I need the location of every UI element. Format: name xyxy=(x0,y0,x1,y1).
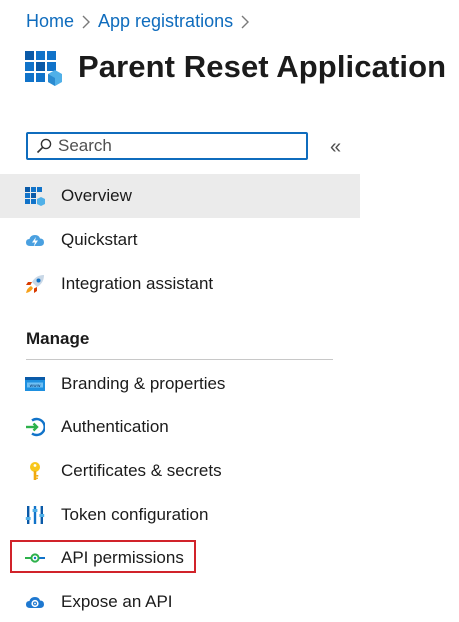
api-permissions-icon xyxy=(25,548,45,568)
nav-item-api-permissions[interactable]: API permissions xyxy=(0,536,360,580)
nav-item-integration-assistant[interactable]: Integration assistant xyxy=(0,262,360,306)
nav-item-label: Token configuration xyxy=(61,505,209,524)
nav-item-label: Quickstart xyxy=(61,230,138,249)
nav-item-token-configuration[interactable]: Token configuration xyxy=(0,493,360,537)
nav-item-label: API permissions xyxy=(61,548,184,567)
nav-item-expose-an-api[interactable]: Expose an API xyxy=(0,580,360,622)
breadcrumb: Home App registrations xyxy=(26,10,257,32)
svg-text:www: www xyxy=(29,384,40,389)
nav-item-certificates-secrets[interactable]: Certificates & secrets xyxy=(0,449,360,493)
cloud-lightning-icon xyxy=(25,230,45,250)
breadcrumb-app-registrations-link[interactable]: App registrations xyxy=(98,10,233,32)
chevron-right-icon xyxy=(74,10,98,32)
nav-item-overview[interactable]: Overview xyxy=(0,174,360,218)
nav-item-authentication[interactable]: Authentication xyxy=(0,405,360,449)
nav-item-label: Certificates & secrets xyxy=(61,461,222,480)
key-icon xyxy=(25,461,45,481)
search-field[interactable] xyxy=(26,132,308,160)
rocket-icon xyxy=(25,274,45,294)
sign-in-arrow-icon xyxy=(25,417,45,437)
breadcrumb-home-link[interactable]: Home xyxy=(26,10,74,32)
page-header: Parent Reset Application xyxy=(24,48,446,86)
app-registration-blade: Home App registrations Parent Reset Appl… xyxy=(0,0,459,622)
nav-item-label: Expose an API xyxy=(61,592,173,611)
search-icon xyxy=(36,138,52,154)
collapse-menu-button[interactable]: « xyxy=(330,136,341,158)
www-window-icon: www xyxy=(25,374,45,394)
nav-item-label: Branding & properties xyxy=(61,374,226,393)
page-title: Parent Reset Application xyxy=(78,49,447,84)
section-divider xyxy=(26,359,333,360)
nav-item-label: Overview xyxy=(61,186,132,205)
nav-item-branding-properties[interactable]: www Branding & properties xyxy=(0,362,360,406)
token-bars-icon xyxy=(25,505,45,525)
overview-grid-icon xyxy=(25,186,45,206)
chevron-right-icon xyxy=(233,10,257,32)
nav-item-label: Authentication xyxy=(61,417,169,436)
nav-item-label: Integration assistant xyxy=(61,274,214,293)
cloud-gear-icon xyxy=(25,592,45,612)
app-registration-grid-icon xyxy=(24,48,62,86)
nav-item-quickstart[interactable]: Quickstart xyxy=(0,218,360,262)
manage-section-header: Manage xyxy=(26,329,90,348)
search-input[interactable] xyxy=(58,136,288,156)
